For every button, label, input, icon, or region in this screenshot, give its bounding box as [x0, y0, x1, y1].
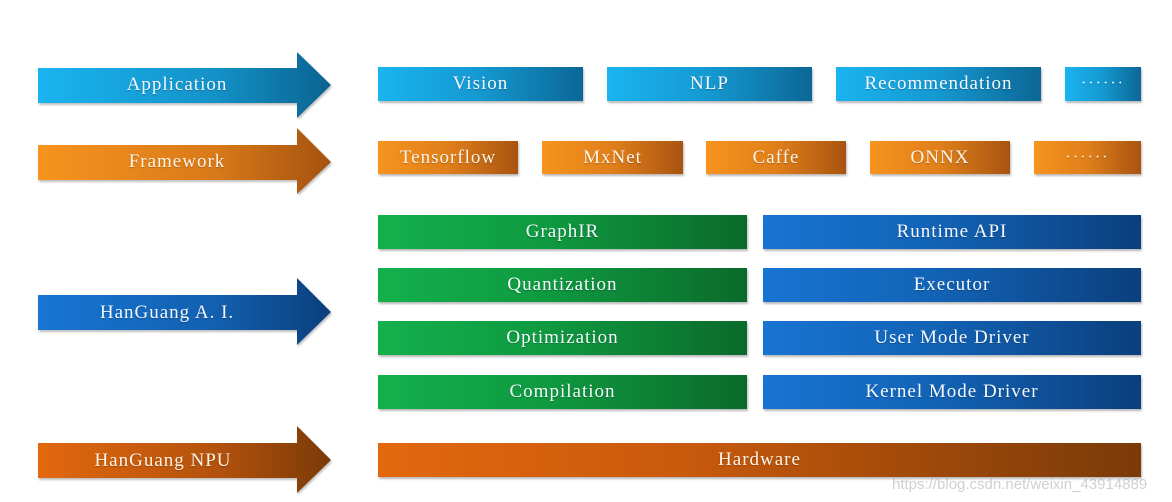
framework-tensorflow: Tensorflow — [378, 141, 518, 174]
hanguang-ai-arrow-label: HanGuang A. I. — [99, 302, 235, 323]
framework-arrow: Framework — [36, 126, 336, 198]
application-vision: Vision — [378, 67, 583, 101]
framework-caffe: Caffe — [706, 141, 846, 174]
hanguang-npu-arrow-label: HanGuang NPU — [94, 450, 232, 471]
application-nlp: NLP — [607, 67, 812, 101]
application-recommendation: Recommendation — [836, 67, 1041, 101]
application-arrow: Application — [36, 49, 336, 121]
runtime-executor: Executor — [763, 268, 1141, 302]
hanguang-npu-arrow: HanGuang NPU — [36, 425, 336, 497]
framework-more: ······ — [1034, 141, 1141, 174]
runtime-kernel-mode-driver: Kernel Mode Driver — [763, 375, 1141, 409]
compiler-graphir: GraphIR — [378, 215, 747, 249]
application-more: ······ — [1065, 67, 1141, 101]
compiler-optimization: Optimization — [378, 321, 747, 355]
compiler-compilation: Compilation — [378, 375, 747, 409]
watermark-text: https://blog.csdn.net/weixin_43914889 — [892, 476, 1148, 493]
runtime-api: Runtime API — [763, 215, 1141, 249]
framework-mxnet: MxNet — [542, 141, 683, 174]
application-arrow-label: Application — [126, 74, 228, 95]
runtime-user-mode-driver: User Mode Driver — [763, 321, 1141, 355]
npu-hardware: Hardware — [378, 443, 1141, 477]
compiler-quantization: Quantization — [378, 268, 747, 302]
hanguang-ai-arrow: HanGuang A. I. — [36, 277, 336, 349]
framework-arrow-label: Framework — [128, 151, 226, 172]
framework-onnx: ONNX — [870, 141, 1010, 174]
